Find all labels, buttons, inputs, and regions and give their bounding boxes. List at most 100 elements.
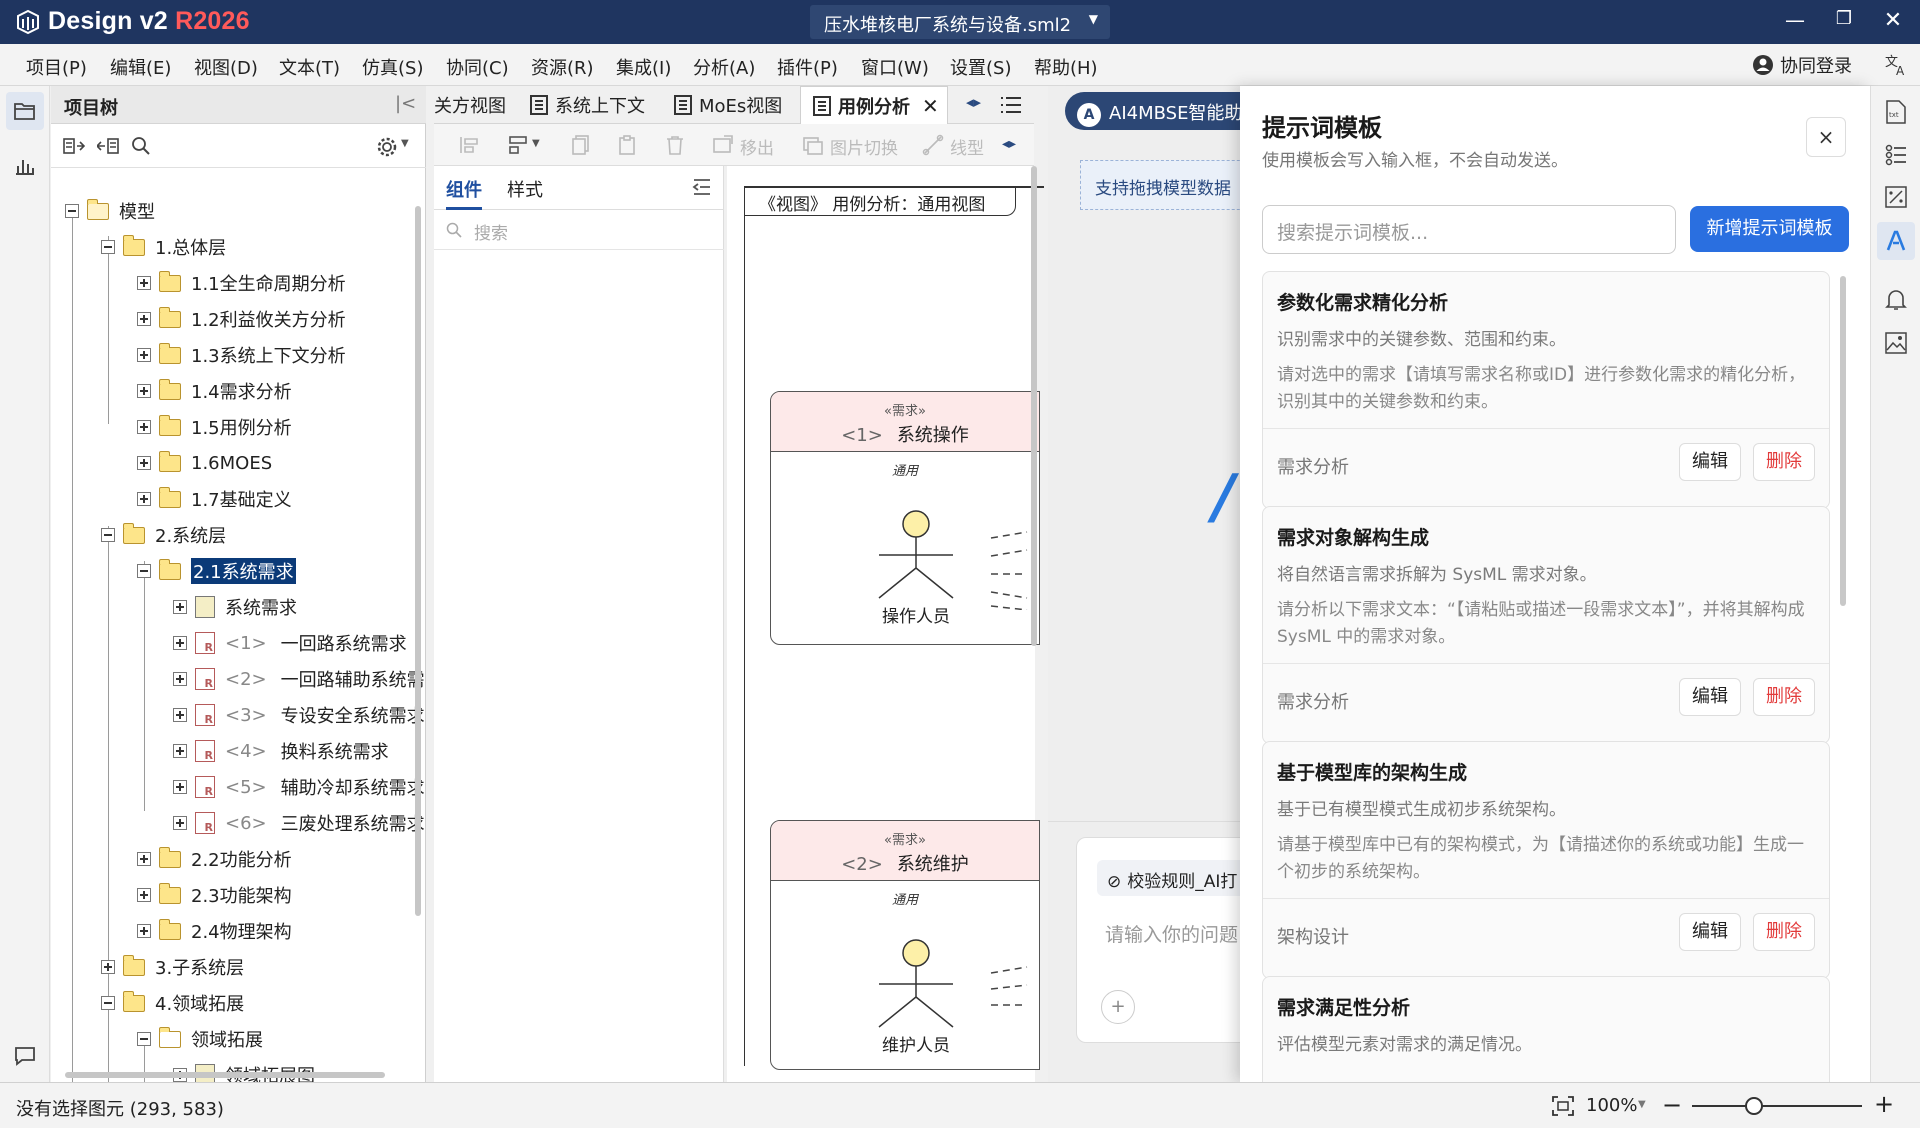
template-search-input[interactable]: 搜索提示词模板... <box>1262 205 1676 254</box>
menu-window[interactable]: 窗口(W) <box>861 54 929 80</box>
collapse-icon[interactable] <box>137 564 151 578</box>
move-out-icon[interactable] <box>712 134 734 156</box>
template-card[interactable]: 需求满足性分析 评估模型元素对需求的满足情况。 <box>1262 976 1830 1082</box>
expand-icon[interactable] <box>137 852 151 866</box>
ai-assistant-tab[interactable]: A AI4MBSE智能助 <box>1065 92 1255 130</box>
menu-edit[interactable]: 编辑(E) <box>110 54 171 80</box>
edit-template-button[interactable]: 编辑 <box>1679 443 1741 481</box>
drag-drop-zone[interactable]: 支持拖拽模型数据 <box>1080 160 1260 210</box>
template-card[interactable]: 参数化需求精化分析 识别需求中的关键参数、范围和约束。 请对选中的需求【请填写需… <box>1262 271 1830 509</box>
menu-collab[interactable]: 协同(C) <box>446 54 509 80</box>
menu-plugins[interactable]: 插件(P) <box>777 54 838 80</box>
tab-style[interactable]: 样式 <box>507 176 543 202</box>
image-switch-icon[interactable] <box>802 134 824 156</box>
collapse-panel-icon[interactable]: |< <box>395 93 416 114</box>
tree-item[interactable]: 1.7基础定义 <box>137 484 292 514</box>
tree-item-selected[interactable]: 2.1系统需求 <box>137 556 296 586</box>
collab-login-button[interactable]: 协同登录 <box>1752 52 1852 78</box>
expand-icon[interactable] <box>173 672 187 686</box>
tab-moes-view[interactable]: MoEs视图 <box>674 86 782 124</box>
template-card[interactable]: 基于模型库的架构生成 基于已有模型模式生成初步系统架构。 请基于模型库中已有的架… <box>1262 741 1830 979</box>
usecase-system-maintenance[interactable]: «需求» <2> 系统维护 通用 维护人员 <box>770 820 1040 1070</box>
delete-template-button[interactable]: 删除 <box>1753 443 1815 481</box>
expand-icon[interactable] <box>173 636 187 650</box>
tree-item[interactable]: 2.系统层 <box>101 520 226 550</box>
bar-chart-icon[interactable] <box>14 156 36 176</box>
canvas-vertical-scrollbar[interactable] <box>1031 166 1037 646</box>
tree-horizontal-scrollbar[interactable] <box>65 1072 385 1078</box>
tree-vertical-scrollbar[interactable] <box>415 206 421 916</box>
percent-icon[interactable] <box>1885 186 1907 208</box>
image-icon[interactable] <box>1885 332 1907 354</box>
tree-item[interactable]: 1.1全生命周期分析 <box>137 268 346 298</box>
menu-analysis[interactable]: 分析(A) <box>693 54 755 80</box>
close-tab-icon[interactable]: ✕ <box>922 94 939 118</box>
collapse-icon[interactable] <box>101 528 115 542</box>
zoom-dropdown-icon[interactable]: ▼ <box>1638 1099 1646 1110</box>
gear-dropdown-icon[interactable]: ▼ <box>401 138 409 149</box>
expand-icon[interactable] <box>137 276 151 290</box>
minimize-button[interactable]: — <box>1780 8 1810 36</box>
toolbar-scroll-icon[interactable]: ◂▸ <box>1002 136 1016 152</box>
new-template-button[interactable]: 新增提示词模板 <box>1690 206 1849 252</box>
line-type-icon[interactable] <box>922 134 944 156</box>
close-drawer-button[interactable]: × <box>1806 117 1846 157</box>
tree-item[interactable]: <1> 一回路系统需求 <box>173 628 407 658</box>
tree-item[interactable]: <3> 专设安全系统需求 <box>173 700 425 730</box>
tree-item[interactable]: 1.总体层 <box>101 232 226 262</box>
expand-icon[interactable] <box>137 492 151 506</box>
tree-item[interactable]: <2> 一回路辅助系统需 <box>173 664 425 694</box>
paste-icon[interactable] <box>616 134 638 156</box>
zoom-slider-track[interactable] <box>1692 1105 1862 1107</box>
fit-to-screen-icon[interactable] <box>1552 1096 1574 1116</box>
menu-project[interactable]: 项目(P) <box>26 54 87 80</box>
collapse-icon[interactable] <box>65 204 79 218</box>
translate-icon[interactable]: 文A <box>1884 53 1908 77</box>
zoom-in-button[interactable]: + <box>1874 1090 1894 1118</box>
tab-stakeholder-view[interactable]: 关方视图 <box>434 86 506 124</box>
menu-resources[interactable]: 资源(R) <box>531 54 594 80</box>
diagram-canvas[interactable]: 《视图》 用例分析：通用视图 «需求» <1> 系统操作 通用 操作人员 «需求»… <box>727 166 1044 1082</box>
zoom-out-button[interactable]: − <box>1662 1091 1682 1119</box>
usecase-system-operation[interactable]: «需求» <1> 系统操作 通用 操作人员 <box>770 391 1040 645</box>
collapse-all-icon[interactable] <box>97 137 119 155</box>
menu-help[interactable]: 帮助(H) <box>1034 54 1098 80</box>
tree-item[interactable]: 1.6MOES <box>137 448 272 478</box>
layout-dropdown-icon[interactable]: ▼ <box>532 138 540 149</box>
zoom-level[interactable]: 100% <box>1586 1095 1637 1116</box>
image-switch-label[interactable]: 图片切换 <box>830 134 898 159</box>
align-icon[interactable] <box>458 134 480 156</box>
expand-icon[interactable] <box>137 348 151 362</box>
template-card[interactable]: 需求对象解构生成 将自然语言需求拆解为 SysML 需求对象。 请分析以下需求文… <box>1262 506 1830 744</box>
tab-use-case-analysis[interactable]: 用例分析 ✕ <box>800 86 948 124</box>
expand-icon[interactable] <box>173 600 187 614</box>
ai-assistant-toggle[interactable] <box>1877 222 1915 260</box>
expand-icon[interactable] <box>137 888 151 902</box>
maximize-button[interactable]: ❐ <box>1829 8 1859 36</box>
tree-item[interactable]: 1.4需求分析 <box>137 376 292 406</box>
project-explorer-tab[interactable] <box>6 92 44 130</box>
tree-item[interactable]: 2.4物理架构 <box>137 916 292 946</box>
tree-item[interactable]: 3.子系统层 <box>101 952 244 982</box>
menu-view[interactable]: 视图(D) <box>194 54 258 80</box>
add-attachment-button[interactable]: + <box>1101 990 1135 1024</box>
ai-input-area[interactable]: ⊘ 校验规则_AI打 请输入你的问题 + <box>1076 837 1267 1043</box>
layout-icon[interactable] <box>508 134 530 156</box>
tree-item[interactable]: 2.2功能分析 <box>137 844 292 874</box>
tree-item[interactable]: 领域拓展 <box>137 1024 263 1054</box>
expand-icon[interactable] <box>173 744 187 758</box>
list-icon[interactable] <box>1885 144 1907 166</box>
expand-all-icon[interactable] <box>63 137 85 155</box>
menu-text[interactable]: 文本(T) <box>279 54 340 80</box>
delete-template-button[interactable]: 删除 <box>1753 913 1815 951</box>
menu-settings[interactable]: 设置(S) <box>950 54 1011 80</box>
tab-system-context[interactable]: 系统上下文 <box>530 86 645 124</box>
tree-item[interactable]: 2.3功能架构 <box>137 880 292 910</box>
tree-item[interactable]: 1.2利益攸关方分析 <box>137 304 346 334</box>
tree-item[interactable]: 1.5用例分析 <box>137 412 292 442</box>
tab-components[interactable]: 组件 <box>446 176 482 210</box>
expand-icon[interactable] <box>173 708 187 722</box>
collapse-list-icon[interactable] <box>692 178 712 196</box>
edit-template-button[interactable]: 编辑 <box>1679 678 1741 716</box>
edit-template-button[interactable]: 编辑 <box>1679 913 1741 951</box>
